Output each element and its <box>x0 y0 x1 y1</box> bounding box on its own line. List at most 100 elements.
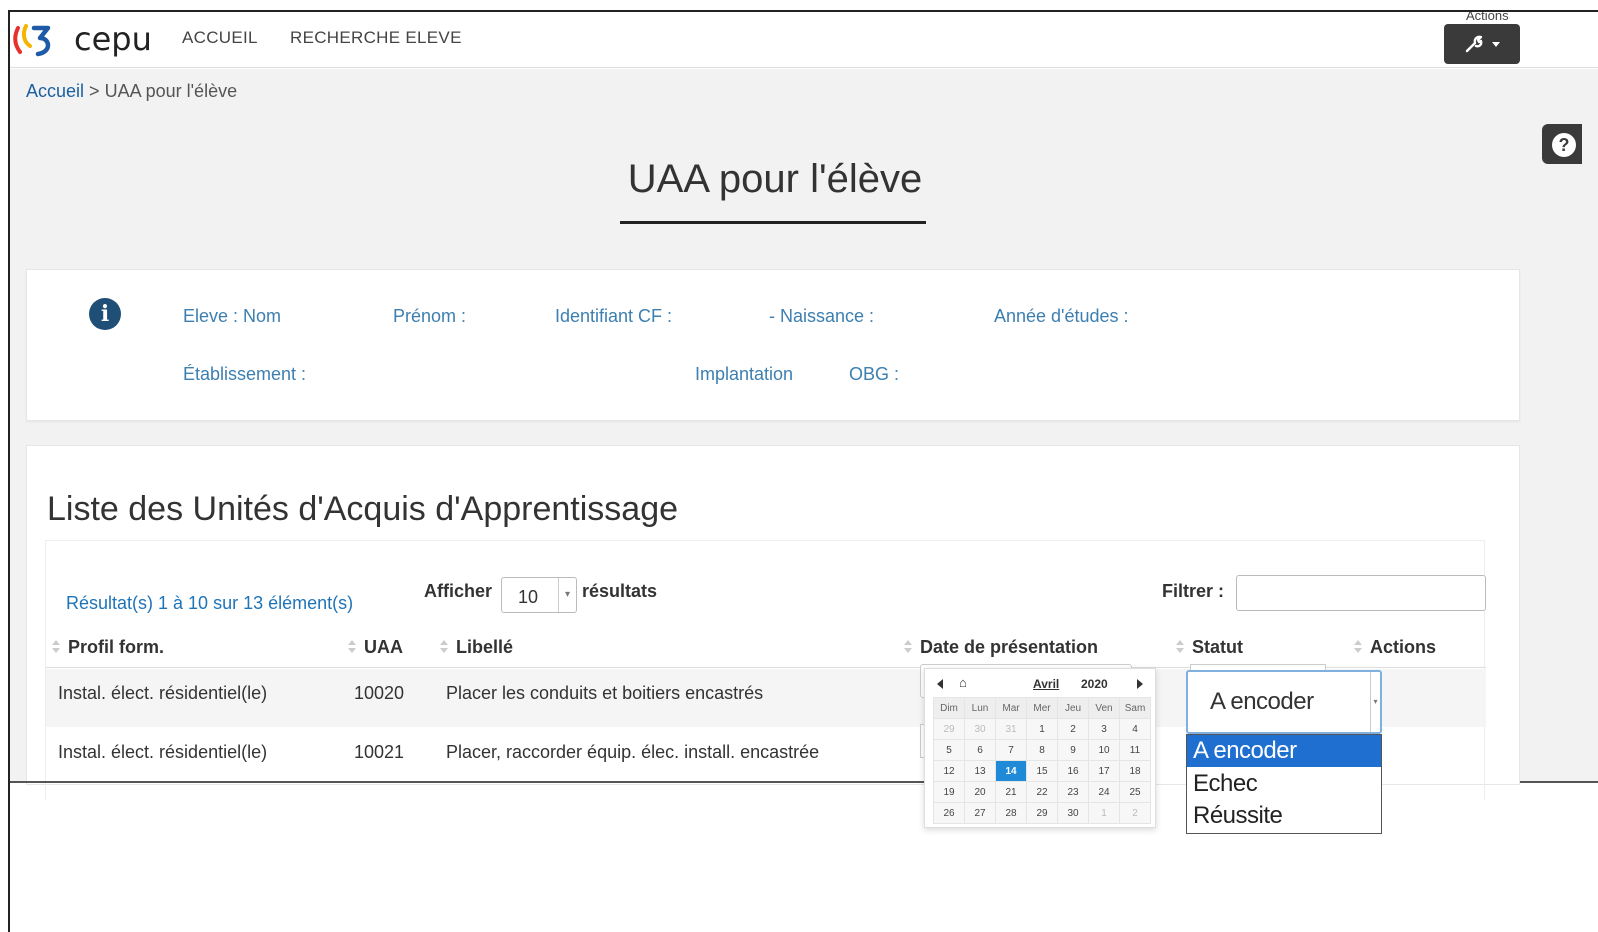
cell-profil: Instal. élect. résidentiel(le) <box>58 742 268 762</box>
student-obg-label: OBG : <box>849 364 900 384</box>
sort-icon <box>52 640 60 654</box>
calendar-day-selected[interactable]: 14 <box>995 760 1027 782</box>
filter-input[interactable] <box>1236 575 1486 611</box>
student-school-label: Établissement : <box>183 364 307 384</box>
day-of-week: Mar <box>995 697 1027 719</box>
calendar-day[interactable]: 7 <box>995 739 1027 761</box>
wrench-icon <box>1465 35 1483 53</box>
cepu-logo-icon[interactable] <box>12 22 56 58</box>
calendar-day[interactable]: 27 <box>964 802 996 824</box>
day-of-week: Sam <box>1119 697 1151 719</box>
filter-label: Filtrer : <box>1162 581 1225 601</box>
datepicker-popup: ⌂ Avril 2020 Dim Lun Mar Mer Jeu Ven Sam… <box>924 668 1156 828</box>
calendar-day[interactable]: 10 <box>1088 739 1120 761</box>
student-name-label: Eleve : Nom <box>183 306 282 326</box>
column-header-date[interactable]: Date de présentation <box>904 637 1098 658</box>
calendar-day[interactable]: 20 <box>964 781 996 803</box>
home-icon[interactable]: ⌂ <box>959 675 967 690</box>
column-header-libelle[interactable]: Libellé <box>440 637 513 658</box>
calendar-day[interactable]: 2 <box>1057 718 1089 740</box>
cell-profil: Instal. élect. résidentiel(le) <box>58 683 268 703</box>
calendar-day[interactable]: 13 <box>964 760 996 782</box>
help-tab[interactable]: ? <box>1542 124 1582 164</box>
page-title: UAA pour l'élève <box>627 157 923 201</box>
calendar-day[interactable]: 11 <box>1119 739 1151 761</box>
caret-down-icon <box>1492 41 1500 47</box>
column-header-profil[interactable]: Profil form. <box>52 637 164 658</box>
page-length-select[interactable]: 10 ▾ <box>501 577 577 613</box>
calendar-day[interactable]: 1 <box>1088 802 1120 824</box>
calendar-day[interactable]: 24 <box>1088 781 1120 803</box>
datepicker-calendar: Dim Lun Mar Mer Jeu Ven Sam 29 30 31 1 2… <box>933 697 1151 824</box>
day-of-week: Jeu <box>1057 697 1089 719</box>
day-of-week: Dim <box>933 697 965 719</box>
breadcrumb: Accueil > UAA pour l'élève <box>26 81 237 102</box>
cut-line <box>10 781 924 783</box>
nav-link-recherche-eleve[interactable]: RECHERCHE ELEVE <box>290 28 462 48</box>
calendar-day[interactable]: 3 <box>1088 718 1120 740</box>
column-header-statut[interactable]: Statut <box>1176 637 1243 658</box>
day-of-week: Ven <box>1088 697 1120 719</box>
calendar-day[interactable]: 5 <box>933 739 965 761</box>
calendar-day[interactable]: 1 <box>1026 718 1058 740</box>
calendar-day[interactable]: 9 <box>1057 739 1089 761</box>
title-underline <box>620 221 926 224</box>
day-of-week: Mer <box>1026 697 1058 719</box>
student-id-label: Identifiant CF : <box>555 306 673 326</box>
calendar-day[interactable]: 12 <box>933 760 965 782</box>
student-firstname-label: Prénom : <box>393 306 467 326</box>
calendar-day[interactable]: 30 <box>964 718 996 740</box>
calendar-day[interactable]: 15 <box>1026 760 1058 782</box>
calendar-day[interactable]: 31 <box>995 718 1027 740</box>
chevron-left-icon[interactable] <box>937 679 943 689</box>
chevron-right-icon[interactable] <box>1137 679 1143 689</box>
question-mark-icon: ? <box>1552 133 1576 157</box>
calendar-day[interactable]: 29 <box>933 718 965 740</box>
calendar-day[interactable]: 29 <box>1026 802 1058 824</box>
brand-name[interactable]: cepu <box>74 20 152 58</box>
calendar-day[interactable]: 2 <box>1119 802 1151 824</box>
calendar-day[interactable]: 4 <box>1119 718 1151 740</box>
status-option-echec[interactable]: Echec <box>1187 768 1381 800</box>
student-info-card: i Eleve : Nom Prénom : Identifiant CF : … <box>26 269 1520 421</box>
datepicker-header: ⌂ Avril 2020 <box>925 675 1157 695</box>
status-select[interactable]: A encoder ▾ <box>1186 670 1382 734</box>
sort-icon <box>440 640 448 654</box>
info-icon: i <box>89 298 121 330</box>
calendar-day[interactable]: 23 <box>1057 781 1089 803</box>
cell-libelle: Placer, raccorder équip. élec. install. … <box>446 742 820 762</box>
calendar-day[interactable]: 21 <box>995 781 1027 803</box>
sort-icon <box>1354 640 1362 654</box>
column-header-actions[interactable]: Actions <box>1354 637 1436 658</box>
calendar-day[interactable]: 17 <box>1088 760 1120 782</box>
calendar-day[interactable]: 8 <box>1026 739 1058 761</box>
day-of-week: Lun <box>964 697 996 719</box>
cell-uaa: 10020 <box>354 683 405 703</box>
status-options-list: A encoder Echec Réussite <box>1186 734 1382 834</box>
calendar-day[interactable]: 30 <box>1057 802 1089 824</box>
status-option-reussite[interactable]: Réussite <box>1187 800 1381 832</box>
breadcrumb-separator: > <box>89 81 100 101</box>
sort-icon <box>904 640 912 654</box>
actions-menu-button[interactable] <box>1444 24 1520 64</box>
calendar-day[interactable]: 16 <box>1057 760 1089 782</box>
column-header-uaa[interactable]: UAA <box>348 637 403 658</box>
student-implantation-label: Implantation <box>695 364 794 384</box>
cell-libelle: Placer les conduits et boitiers encastré… <box>446 683 764 703</box>
list-title: Liste des Unités d'Acquis d'Apprentissag… <box>47 490 679 528</box>
datepicker-month[interactable]: Avril <box>1033 677 1059 691</box>
calendar-day[interactable]: 22 <box>1026 781 1058 803</box>
chevron-down-icon: ▾ <box>1370 672 1380 732</box>
page-length-suffix: résultats <box>582 581 658 601</box>
nav-link-accueil[interactable]: ACCUEIL <box>182 28 258 48</box>
status-option-a-encoder[interactable]: A encoder <box>1187 735 1381 767</box>
calendar-day[interactable]: 26 <box>933 802 965 824</box>
calendar-day[interactable]: 18 <box>1119 760 1151 782</box>
datepicker-year[interactable]: 2020 <box>1081 677 1108 691</box>
calendar-day[interactable]: 28 <box>995 802 1027 824</box>
breadcrumb-home-link[interactable]: Accueil <box>26 81 84 101</box>
calendar-day[interactable]: 19 <box>933 781 965 803</box>
calendar-day[interactable]: 6 <box>964 739 996 761</box>
actions-label: Actions <box>1466 10 1509 23</box>
calendar-day[interactable]: 25 <box>1119 781 1151 803</box>
